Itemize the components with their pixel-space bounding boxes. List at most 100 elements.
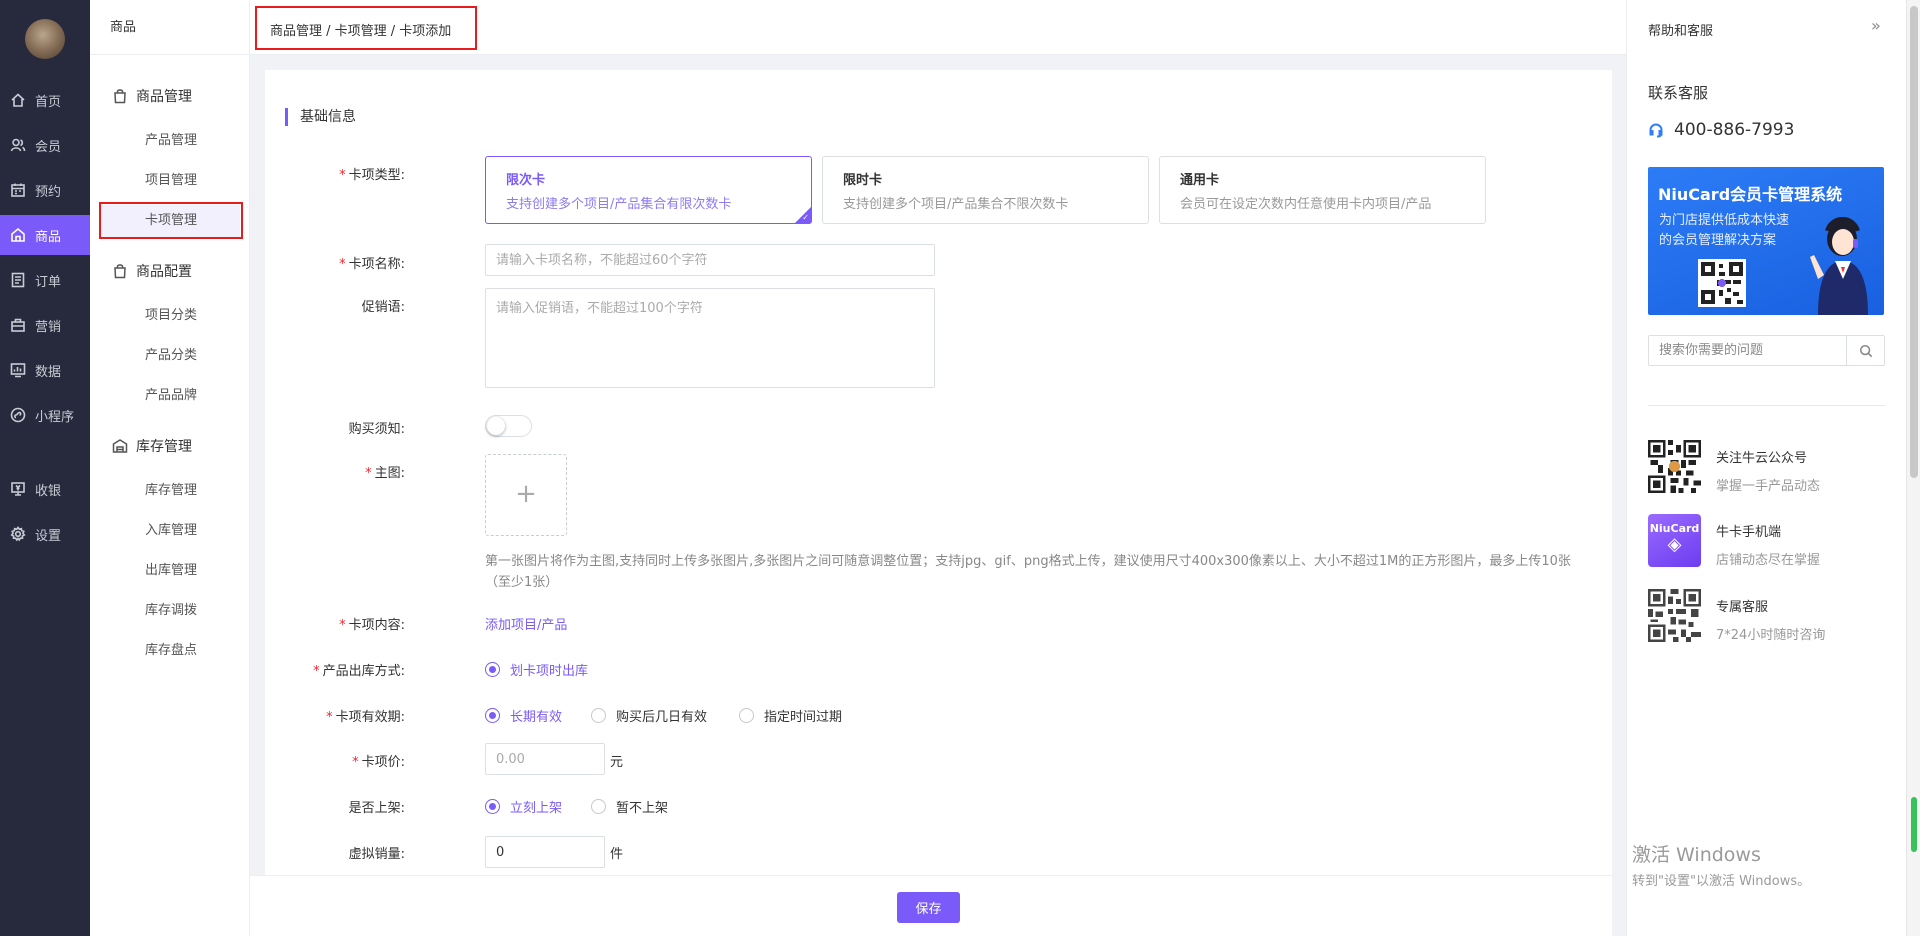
label-text: 卡项有效期: (335, 710, 405, 725)
price-input[interactable] (485, 743, 605, 775)
divider (1648, 405, 1885, 406)
miniapp-icon (10, 407, 26, 423)
subnav-item-product-category[interactable]: 产品分类 (90, 340, 250, 372)
nav-item-home[interactable]: 首页 (0, 80, 90, 120)
validity-radio-permanent[interactable]: 长期有效 (485, 706, 562, 725)
card-type-option-time[interactable]: 限时卡 支持创建多个项目/产品集合不限次数卡 (822, 156, 1149, 224)
price-unit: 元 (610, 755, 624, 770)
nav-item-goods[interactable]: 商品 (0, 215, 90, 255)
help-item-mobile[interactable]: NiuCard ◈ 牛卡手机端 店铺动态尽在掌握 (1648, 514, 1888, 569)
content-label: * 卡项内容: (265, 614, 405, 633)
watermark-line2: 转到"设置"以激活 Windows。 (1632, 874, 1811, 889)
banner-title: NiuCard会员卡管理系统 (1658, 185, 1843, 204)
promo-textarea[interactable] (485, 288, 935, 388)
nav-item-order[interactable]: 订单 (0, 260, 90, 300)
required-mark: * (313, 664, 320, 679)
virtual-sales-label: 虚拟销量: (348, 847, 405, 862)
page-scrollbar[interactable] (1906, 0, 1920, 936)
watermark-line1: 激活 Windows (1632, 844, 1761, 866)
option-desc: 会员可在设定次数内任意使用卡内项目/产品 (1180, 197, 1432, 212)
required-mark: * (326, 710, 333, 725)
calendar-icon (10, 182, 26, 198)
subnav-item-product[interactable]: 产品管理 (90, 125, 250, 157)
save-button[interactable]: 保存 (897, 892, 960, 923)
required-mark: * (339, 618, 346, 633)
nav-label: 营销 (35, 319, 62, 335)
nav-item-appointment[interactable]: 预约 (0, 170, 90, 210)
radio-text: 购买后几日有效 (616, 710, 708, 725)
help-item-service[interactable]: 专属客服 7*24小时随时咨询 (1648, 589, 1888, 644)
main-nav: 首页 会员 预约 商品 订单 营销 数据 小程序 收银 设置 (0, 0, 90, 936)
highlight-box (99, 202, 243, 239)
option-desc: 支持创建多个项目/产品集合有限次数卡 (506, 197, 732, 212)
listing-radio-now[interactable]: 立刻上架 (485, 797, 562, 816)
notice-toggle[interactable] (485, 415, 532, 437)
collapse-icon[interactable]: » (1871, 16, 1881, 35)
qr-code-icon (1698, 259, 1746, 307)
help-title: 帮助和客服 (1648, 24, 1714, 39)
help-item-desc: 7*24小时随时咨询 (1716, 628, 1826, 643)
required-mark: * (339, 257, 346, 272)
virtual-sales-input[interactable] (485, 836, 605, 868)
required-mark: * (365, 466, 372, 481)
option-title: 通用卡 (1180, 173, 1220, 188)
card-type-option-count[interactable]: 限次卡 支持创建多个项目/产品集合有限次数卡 ✓ (485, 156, 812, 224)
nav-item-settings[interactable]: 设置 (0, 514, 90, 554)
price-label: * 卡项价: (265, 751, 405, 770)
nav-item-miniapp[interactable]: 小程序 (0, 395, 90, 435)
nav-item-cashier[interactable]: 收银 (0, 469, 90, 509)
subnav-item-project-category[interactable]: 项目分类 (90, 300, 250, 332)
help-item-wechat[interactable]: 关注牛云公众号 掌握一手产品动态 (1648, 440, 1888, 495)
niucard-logo: NiuCard ◈ (1648, 514, 1701, 567)
add-item-link[interactable]: 添加项目/产品 (485, 614, 567, 633)
listing-radio-later[interactable]: 暂不上架 (591, 797, 668, 816)
group-goods-management: 商品管理 (112, 86, 192, 106)
subnav-header: 商品 (90, 0, 249, 55)
radio-dot (591, 708, 606, 723)
nav-label: 数据 (35, 364, 62, 380)
plus-icon: + (515, 479, 537, 509)
marketing-icon (10, 317, 26, 333)
bag-icon (114, 264, 126, 279)
subnav-item-stock-out[interactable]: 出库管理 (90, 555, 250, 587)
subnav-item-transfer[interactable]: 库存调拨 (90, 595, 250, 627)
group-goods-config: 商品配置 (112, 261, 192, 281)
subnav-item-stock-in[interactable]: 入库管理 (90, 515, 250, 547)
option-desc: 支持创建多个项目/产品集合不限次数卡 (843, 197, 1069, 212)
help-search-input[interactable] (1649, 336, 1847, 365)
scrollbar-thumb[interactable] (1910, 6, 1918, 478)
subnav-item-project[interactable]: 项目管理 (90, 165, 250, 197)
nav-label: 小程序 (35, 409, 75, 425)
search-button[interactable] (1846, 336, 1884, 365)
validity-radio-date[interactable]: 指定时间过期 (739, 706, 842, 725)
help-panel: 帮助和客服 » 联系客服 400-886-7993 NiuCard会员卡管理系统… (1626, 0, 1906, 936)
label-text: 主图: (374, 466, 405, 481)
nav-item-data[interactable]: 数据 (0, 350, 90, 390)
nav-label: 会员 (35, 139, 62, 155)
promo-banner[interactable]: NiuCard会员卡管理系统 为门店提供低成本快速的会员管理解决方案 (1648, 167, 1884, 315)
label-text: 卡项名称: (348, 257, 405, 272)
label-text: 卡项内容: (348, 618, 405, 633)
scroll-indicator (1911, 797, 1917, 852)
subnav-item-product-brand[interactable]: 产品品牌 (90, 380, 250, 412)
validity-radio-days[interactable]: 购买后几日有效 (591, 706, 707, 725)
cashier-icon (10, 481, 26, 497)
subnav-item-inventory[interactable]: 库存管理 (90, 475, 250, 507)
image-upload-button[interactable]: + (485, 454, 567, 536)
help-item-desc: 掌握一手产品动态 (1716, 479, 1821, 494)
card-name-input[interactable] (485, 244, 935, 276)
nav-label: 首页 (35, 94, 62, 110)
home-icon (10, 92, 26, 108)
nav-item-member[interactable]: 会员 (0, 125, 90, 165)
card-type-option-general[interactable]: 通用卡 会员可在设定次数内任意使用卡内项目/产品 (1159, 156, 1486, 224)
subnav-item-stocktake[interactable]: 库存盘点 (90, 635, 250, 667)
listing-label: 是否上架: (348, 801, 405, 816)
avatar[interactable] (25, 19, 65, 59)
required-mark: * (352, 755, 359, 770)
banner-subtitle: 为门店提供低成本快速的会员管理解决方案 (1659, 213, 1790, 248)
radio-dot (739, 708, 754, 723)
nav-item-marketing[interactable]: 营销 (0, 305, 90, 345)
help-item-title: 专属客服 (1716, 600, 1769, 615)
stock-out-radio-on-use[interactable]: 划卡项时出库 (485, 660, 588, 679)
help-item-title: 牛卡手机端 (1716, 525, 1782, 540)
